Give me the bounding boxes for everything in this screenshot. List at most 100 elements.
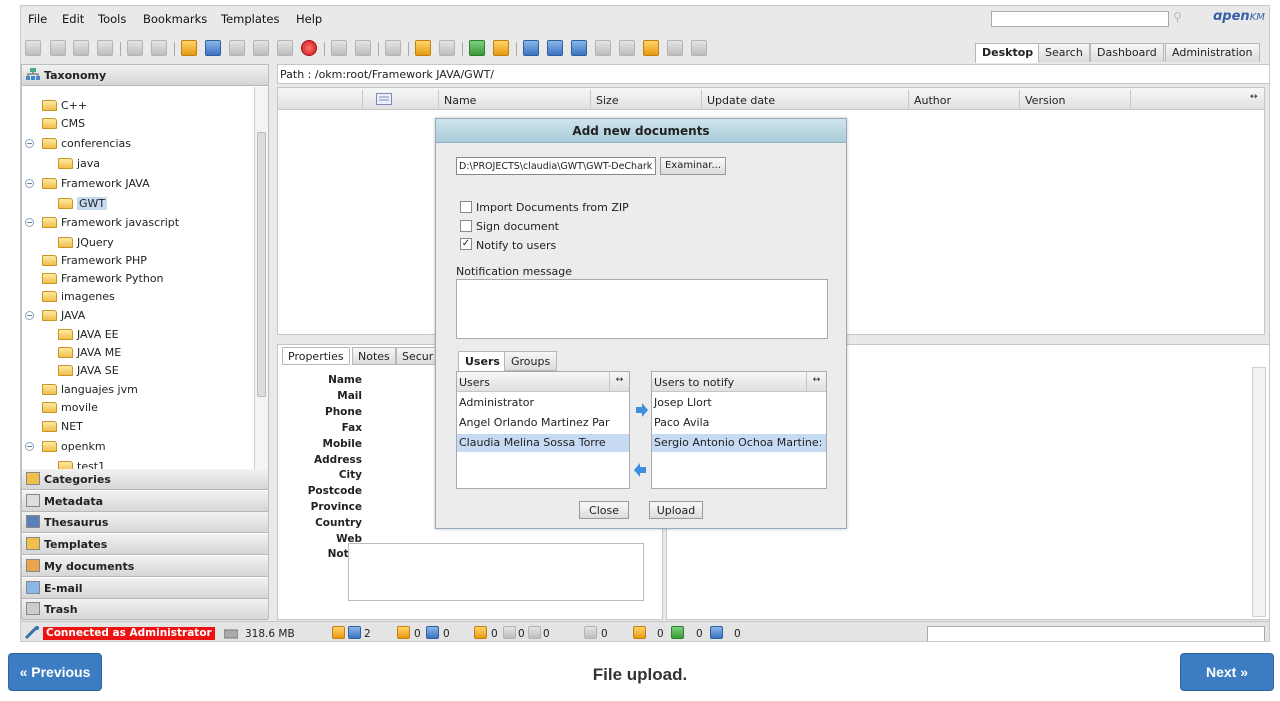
column-size[interactable]: Size xyxy=(596,94,619,107)
import-icon[interactable] xyxy=(547,40,563,56)
news-icon[interactable] xyxy=(474,626,487,639)
export-icon[interactable] xyxy=(523,40,539,56)
tab-search[interactable]: Search xyxy=(1038,43,1090,62)
import-zip-checkbox[interactable] xyxy=(460,201,472,213)
column-resize-icon[interactable]: ↔ xyxy=(1250,92,1258,102)
sidebar-section-trash[interactable]: Trash xyxy=(22,599,268,621)
uploader-icon[interactable] xyxy=(595,40,611,56)
links-icon[interactable] xyxy=(503,626,516,639)
sidebar-section-my-documents[interactable]: My documents xyxy=(22,555,268,577)
unlock-icon[interactable] xyxy=(73,40,89,56)
tab-dashboard[interactable]: Dashboard xyxy=(1090,43,1164,62)
taxonomy-header[interactable]: Taxonomy xyxy=(22,65,268,86)
close-button[interactable]: Close xyxy=(579,501,629,519)
notify-resize-icon[interactable]: ↔ xyxy=(806,372,826,391)
checkout-icon[interactable] xyxy=(127,40,143,56)
select-all-icon[interactable] xyxy=(376,93,392,105)
notify-user-row[interactable]: Sergio Antonio Ochoa Martine: xyxy=(652,434,826,452)
tab-desktop[interactable]: Desktop xyxy=(975,43,1041,63)
mail-icon[interactable] xyxy=(691,40,707,56)
remove-property-icon[interactable] xyxy=(355,40,371,56)
subscribe-icon[interactable] xyxy=(415,40,431,56)
column-version[interactable]: Version xyxy=(1025,94,1065,107)
mail-status-icon[interactable] xyxy=(584,626,597,639)
sidebar-section-metadata[interactable]: Metadata xyxy=(22,490,268,512)
user-row[interactable]: Claudia Melina Sossa Torre xyxy=(457,434,629,452)
user-row[interactable]: Administrator xyxy=(457,394,629,412)
user-row[interactable]: Angel Orlando Martinez Par xyxy=(457,414,629,432)
print-icon[interactable] xyxy=(97,40,113,56)
copy-icon[interactable] xyxy=(253,40,269,56)
sidebar-section-categories[interactable]: Categories xyxy=(22,469,268,490)
sidebar-section-email[interactable]: E-mail xyxy=(22,577,268,599)
remove-user-arrow-icon[interactable] xyxy=(634,463,648,477)
scanner-icon[interactable] xyxy=(571,40,587,56)
notification-message-textarea[interactable] xyxy=(456,279,828,339)
add-user-arrow-icon[interactable] xyxy=(634,403,648,417)
quick-search-input[interactable] xyxy=(991,11,1169,27)
collapse-toggle-icon[interactable]: − xyxy=(25,179,34,188)
sidebar-section-thesaurus[interactable]: Thesaurus xyxy=(22,512,268,534)
menu-file[interactable]: File xyxy=(28,12,47,26)
tab-users[interactable]: Users xyxy=(458,351,507,372)
tab-properties[interactable]: Properties xyxy=(282,347,350,365)
tab-groups[interactable]: Groups xyxy=(504,351,558,371)
file-path-input[interactable]: D:\PROJECTS\claudia\GWT\GWT-DeChark xyxy=(456,157,656,175)
lock-icon[interactable] xyxy=(50,40,66,56)
unsubscribe-icon[interactable] xyxy=(439,40,455,56)
menu-templates[interactable]: Templates xyxy=(221,12,279,26)
tab-notes[interactable]: Notes xyxy=(352,347,396,365)
notes-textarea[interactable] xyxy=(348,543,644,601)
paste-icon[interactable] xyxy=(277,40,293,56)
download-icon[interactable] xyxy=(667,40,683,56)
collapse-toggle-icon[interactable]: − xyxy=(25,442,34,451)
split-icon[interactable] xyxy=(619,40,635,56)
users-icon[interactable] xyxy=(332,626,345,639)
menu-bookmarks[interactable]: Bookmarks xyxy=(143,12,207,26)
notify-users-checkbox[interactable]: ✓ xyxy=(460,238,472,250)
menu-tools[interactable]: Tools xyxy=(98,12,126,26)
chat-users-icon[interactable] xyxy=(671,626,684,639)
cut-icon[interactable] xyxy=(229,40,245,56)
collapse-toggle-icon[interactable]: − xyxy=(25,139,34,148)
refresh-icon[interactable] xyxy=(469,40,485,56)
scroll-thumb[interactable] xyxy=(257,132,266,397)
sidebar-section-templates[interactable]: Templates xyxy=(22,534,268,556)
messages-icon[interactable] xyxy=(710,626,723,639)
tab-security[interactable]: Secur xyxy=(396,347,440,365)
workflow-status-icon[interactable] xyxy=(528,626,541,639)
collapse-toggle-icon[interactable]: − xyxy=(25,311,34,320)
workflow-icon[interactable] xyxy=(385,40,401,56)
sign-document-checkbox[interactable] xyxy=(460,220,472,232)
locked-icon[interactable] xyxy=(397,626,410,639)
column-name[interactable]: Name xyxy=(444,94,476,107)
home-icon[interactable] xyxy=(493,40,509,56)
browse-button[interactable]: Examinar... xyxy=(660,157,726,175)
subscriptions-icon[interactable] xyxy=(348,626,361,639)
bookmark-icon[interactable] xyxy=(643,40,659,56)
add-property-icon[interactable] xyxy=(331,40,347,56)
collapse-toggle-icon[interactable]: − xyxy=(25,218,34,227)
users-resize-icon[interactable]: ↔ xyxy=(609,372,629,391)
thesaurus-icon xyxy=(26,515,40,529)
menu-edit[interactable]: Edit xyxy=(62,12,84,26)
menu-help[interactable]: Help xyxy=(296,12,322,26)
column-update-date[interactable]: Update date xyxy=(707,94,775,107)
checkout-status-icon[interactable] xyxy=(426,626,439,639)
delete-icon[interactable] xyxy=(301,40,317,56)
upload-button[interactable]: Upload xyxy=(649,501,703,519)
find-icon[interactable] xyxy=(25,40,41,56)
notify-user-row[interactable]: Paco Avila xyxy=(652,414,826,432)
checkin-icon[interactable] xyxy=(151,40,167,56)
column-author[interactable]: Author xyxy=(914,94,951,107)
chat-icon[interactable] xyxy=(633,626,646,639)
search-icon[interactable]: ⚲ xyxy=(1173,10,1182,24)
add-folder-icon[interactable] xyxy=(181,40,197,56)
notify-user-row[interactable]: Josep Llort xyxy=(652,394,826,412)
tree-scrollbar[interactable] xyxy=(254,87,268,469)
tab-administration[interactable]: Administration xyxy=(1165,43,1260,62)
preview-scrollbar[interactable] xyxy=(1252,367,1266,617)
previous-button[interactable]: « Previous xyxy=(8,653,102,691)
next-button[interactable]: Next » xyxy=(1180,653,1274,691)
add-document-icon[interactable] xyxy=(205,40,221,56)
